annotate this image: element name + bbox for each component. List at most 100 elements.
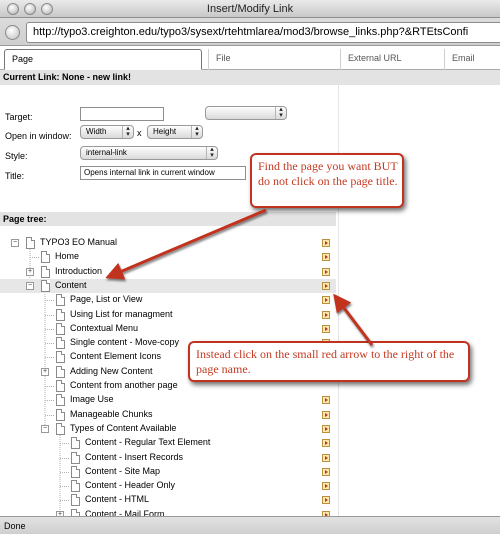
page-icon [56,380,65,392]
tree-item-label[interactable]: Page, List or View [70,294,142,304]
tree-row: − Content [0,279,336,293]
height-select[interactable]: Height ▴ ▾ [147,125,203,139]
page-icon [41,266,50,278]
tree-row: Image Use [0,393,336,407]
tree-row: Content - Insert Records [0,451,336,465]
tree-item-label[interactable]: Introduction [55,266,102,276]
target-select[interactable]: ▴ ▾ [205,106,287,120]
tree-item-label[interactable]: Content [55,280,87,290]
target-label: Target: [5,112,33,122]
tree-row: Content - Header Only [0,479,336,493]
tree-item-label[interactable]: Using List for managment [70,309,173,319]
select-page-arrow-icon[interactable] [322,296,330,304]
tree-item-label[interactable]: Content - Insert Records [85,452,183,462]
page-icon [71,480,80,492]
times-label: x [137,128,142,138]
page-icon [71,437,80,449]
width-select-value: Width [86,127,107,136]
select-page-arrow-icon[interactable] [322,468,330,476]
address-bar: http://typo3.creighton.edu/typo3/sysext/… [0,18,500,46]
updown-arrow-icon: ▴ ▾ [122,125,133,138]
width-select[interactable]: Width ▴ ▾ [80,125,134,139]
collapse-toggle-icon[interactable]: − [26,282,34,290]
select-page-arrow-icon[interactable] [322,268,330,276]
page-icon [71,466,80,478]
annotation-arrow-2 [333,293,374,346]
select-page-arrow-icon[interactable] [322,439,330,447]
tab-email[interactable]: Email [444,49,500,70]
tree-row: − TYPO3 EO Manual [0,236,336,250]
page-icon [56,309,65,321]
tree-item-label[interactable]: Contextual Menu [70,323,138,333]
tree-item-label[interactable]: Content - Regular Text Element [85,437,210,447]
select-page-arrow-icon[interactable] [322,239,330,247]
page-icon [56,423,65,435]
title-input[interactable]: Opens internal link in current window [80,166,246,180]
tree-item-label[interactable]: Content - Site Map [85,466,160,476]
height-select-value: Height [153,127,177,136]
tree-row: Content - Regular Text Element [0,436,336,450]
tree-row: Content - HTML [0,493,336,507]
tree-row: Content - Site Map [0,465,336,479]
callout-find-page: Find the page you want BUT do not click … [250,153,404,208]
tree-item-label[interactable]: Single content - Move-copy [70,337,179,347]
page-icon [71,509,80,516]
tab-page[interactable]: Page [4,49,202,70]
page-icon [71,452,80,464]
select-page-arrow-icon[interactable] [322,311,330,319]
target-input[interactable] [80,107,164,121]
tab-external-url[interactable]: External URL [340,49,438,70]
tree-item-label[interactable]: Manageable Chunks [70,409,153,419]
updown-arrow-icon: ▴ ▾ [191,125,202,138]
expand-toggle-icon[interactable]: + [41,368,49,376]
updown-arrow-icon: ▴ ▾ [206,146,217,159]
page-icon [56,294,65,306]
updown-arrow-icon: ▴ ▾ [275,106,286,119]
status-bar: Done [0,516,500,534]
tree-item-label[interactable]: Content from another page [70,380,178,390]
page-icon [56,366,65,378]
collapse-toggle-icon[interactable]: − [41,425,49,433]
select-page-arrow-icon[interactable] [322,425,330,433]
tab-file[interactable]: File [208,49,336,70]
tree-item-label[interactable]: Adding New Content [70,366,153,376]
select-page-arrow-icon[interactable] [322,253,330,261]
select-page-arrow-icon[interactable] [322,325,330,333]
tree-row: − Types of Content Available [0,422,336,436]
tree-item-label[interactable]: Content - Mail Form [85,509,165,516]
page-icon [56,351,65,363]
select-page-arrow-icon[interactable] [322,411,330,419]
page-icon [56,394,65,406]
tree-item-label[interactable]: Image Use [70,394,114,404]
select-page-arrow-icon[interactable] [322,496,330,504]
tree-item-label[interactable]: Content - Header Only [85,480,175,490]
select-page-arrow-icon[interactable] [322,396,330,404]
title-label: Title: [5,171,25,181]
url-field[interactable]: http://typo3.creighton.edu/typo3/sysext/… [26,22,500,43]
title-bar: Insert/Modify Link [0,0,500,18]
tree-item-label[interactable]: Home [55,251,79,261]
page-icon [56,323,65,335]
tree-row: Home [0,250,336,264]
page-icon [56,409,65,421]
style-label: Style: [5,151,28,161]
divider [338,70,339,516]
page-icon [41,280,50,292]
tree-row: Page, List or View [0,293,336,307]
style-select[interactable]: internal-link ▴ ▾ [80,146,218,160]
tree-item-label[interactable]: Content - HTML [85,494,149,504]
tree-row: Using List for managment [0,308,336,322]
tree-item-label[interactable]: Content Element Icons [70,351,161,361]
expand-toggle-icon[interactable]: + [26,268,34,276]
select-page-arrow-icon[interactable] [322,482,330,490]
select-page-arrow-icon[interactable] [322,282,330,290]
open-in-window-label: Open in window: [5,131,72,141]
tree-item-label[interactable]: TYPO3 EO Manual [40,237,117,247]
tree-row: + Introduction [0,265,336,279]
page-icon [56,337,65,349]
page-icon [41,251,50,263]
tree-item-label[interactable]: Types of Content Available [70,423,176,433]
select-page-arrow-icon[interactable] [322,454,330,462]
page-icon [26,237,35,249]
collapse-toggle-icon[interactable]: − [11,239,19,247]
